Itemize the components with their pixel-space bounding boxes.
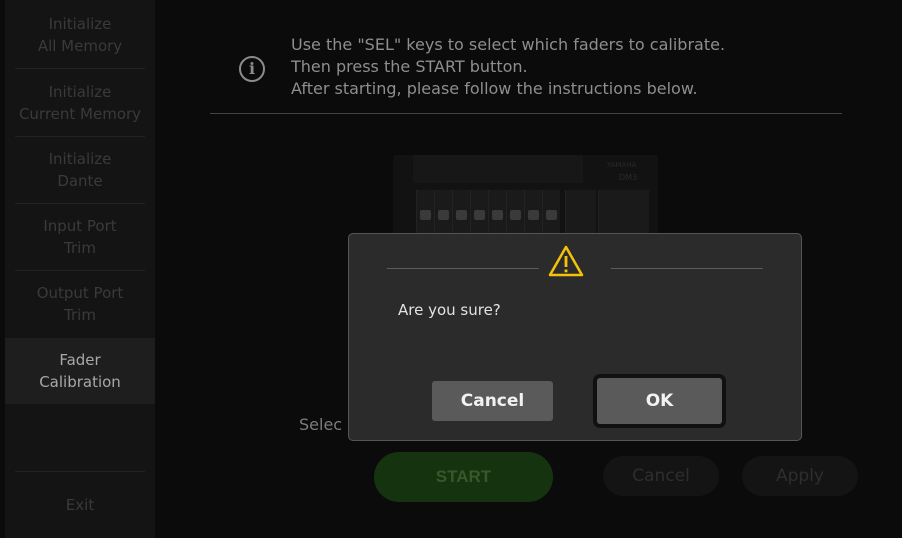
dialog-ok-label: OK (597, 378, 722, 424)
sidebar-item-initialize-current-memory[interactable]: Initialize Current Memory (5, 70, 155, 136)
sel-key-icon (438, 210, 449, 220)
apply-button[interactable]: Apply (742, 456, 858, 496)
sel-key-icon (420, 210, 431, 220)
sidebar-item-initialize-dante[interactable]: Initialize Dante (5, 137, 155, 203)
sel-key-icon (510, 210, 521, 220)
sidebar-item-input-port-trim[interactable]: Input Port Trim (5, 204, 155, 270)
sidebar-item-output-port-trim[interactable]: Output Port Trim (5, 271, 155, 337)
dialog-ok-button[interactable]: OK (593, 374, 726, 428)
sidebar-item-label: Input Port Trim (43, 217, 117, 257)
sidebar-item-label: Initialize Current Memory (18, 83, 142, 123)
sidebar-item-label: Initialize All Memory (37, 15, 123, 55)
sidebar-item-label: Fader Calibration (39, 351, 121, 391)
dialog-cancel-button[interactable]: Cancel (432, 381, 553, 421)
dialog-header-line-right (611, 268, 763, 269)
console-brand-text: YAMAHA (607, 161, 637, 169)
exit-button[interactable]: Exit (5, 472, 155, 538)
warning-icon (548, 245, 584, 277)
console-model-text: DM3 (619, 173, 638, 182)
sidebar-divider (15, 68, 145, 69)
sel-key-icon (546, 210, 557, 220)
cancel-button[interactable]: Cancel (603, 456, 719, 496)
sel-key-icon (492, 210, 503, 220)
sel-key-icon (528, 210, 539, 220)
start-button[interactable]: START (374, 452, 553, 502)
sidebar: Initialize All Memory Initialize Current… (5, 0, 155, 538)
instructions-text: Use the "SEL" keys to select which fader… (291, 35, 726, 98)
main-divider (210, 113, 842, 114)
console-display-area (413, 155, 583, 183)
sidebar-item-label: Initialize Dante (48, 150, 112, 190)
sidebar-item-fader-calibration[interactable]: Fader Calibration (5, 338, 155, 404)
sidebar-item-initialize-all-memory[interactable]: Initialize All Memory (5, 4, 155, 66)
confirm-dialog: Are you sure? Cancel OK (348, 233, 802, 441)
sel-key-icon (456, 210, 467, 220)
exit-label: Exit (65, 496, 95, 514)
dialog-message: Are you sure? (398, 301, 501, 319)
sel-key-icon (474, 210, 485, 220)
info-icon: i (239, 56, 265, 82)
select-text: Selec (299, 415, 343, 434)
dialog-header-line-left (387, 268, 539, 269)
sidebar-item-empty (5, 405, 155, 471)
sidebar-item-label: Output Port Trim (36, 284, 124, 324)
